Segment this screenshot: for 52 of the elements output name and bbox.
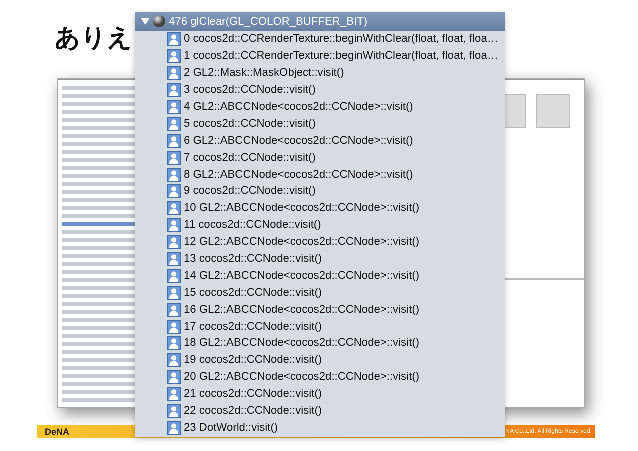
person-icon bbox=[167, 168, 181, 182]
person-icon bbox=[167, 150, 181, 165]
slide-title: ありえ bbox=[55, 22, 133, 54]
tree-row[interactable]: 7 cocos2d::CCNode::visit() bbox=[135, 149, 505, 166]
person-icon bbox=[167, 49, 181, 64]
tree-row[interactable]: 18 GL2::ABCCNode<cocos2d::CCNode>::visit() bbox=[135, 335, 505, 352]
tree-row[interactable]: 12 GL2::ABCCNode<cocos2d::CCNode>::visit() bbox=[135, 234, 505, 251]
tree-row[interactable]: 16 GL2::ABCCNode<cocos2d::CCNode>::visit() bbox=[135, 301, 505, 318]
person-icon bbox=[167, 320, 181, 334]
tree-row[interactable]: 6 GL2::ABCCNode<cocos2d::CCNode>::visit() bbox=[135, 132, 505, 150]
tree-row[interactable]: 17 cocos2d::CCNode::visit() bbox=[135, 318, 505, 336]
tree-row[interactable]: 10 GL2::ABCCNode<cocos2d::CCNode>::visit() bbox=[135, 200, 505, 217]
person-icon bbox=[167, 218, 181, 232]
person-icon bbox=[167, 116, 181, 131]
sphere-icon bbox=[153, 15, 166, 28]
person-icon bbox=[167, 235, 181, 250]
person-icon bbox=[167, 32, 181, 46]
person-icon bbox=[167, 336, 181, 350]
tree-row[interactable]: 3 cocos2d::CCNode::visit() bbox=[135, 82, 505, 99]
person-icon bbox=[167, 420, 181, 435]
tree-row[interactable]: 15 cocos2d::CCNode::visit() bbox=[135, 284, 505, 302]
person-icon bbox=[167, 184, 181, 198]
person-icon bbox=[167, 83, 181, 98]
tree-row[interactable]: 2 GL2::Mask::MaskObject::visit() bbox=[135, 64, 505, 82]
person-icon bbox=[167, 252, 181, 266]
tree-row[interactable]: 11 cocos2d::CCNode::visit() bbox=[135, 216, 505, 234]
person-icon bbox=[167, 134, 181, 148]
tree-row[interactable]: 22 cocos2d::CCNode::visit() bbox=[135, 402, 505, 420]
tree-row[interactable]: 8 GL2::ABCCNode<cocos2d::CCNode>::visit() bbox=[135, 166, 505, 184]
person-icon bbox=[167, 100, 181, 114]
tree-row[interactable]: 23 DotWorld::visit() bbox=[135, 419, 505, 436]
person-icon bbox=[167, 286, 181, 300]
tree-row[interactable]: 9 cocos2d::CCNode::visit() bbox=[135, 183, 505, 200]
person-icon bbox=[167, 387, 181, 402]
person-icon bbox=[167, 353, 181, 368]
company-logo: DeNA bbox=[45, 426, 70, 436]
person-icon bbox=[167, 268, 181, 283]
tree-row[interactable]: 4 GL2::ABCCNode<cocos2d::CCNode>::visit() bbox=[135, 98, 505, 116]
tree-row[interactable]: 21 cocos2d::CCNode::visit() bbox=[135, 386, 505, 403]
tree-row[interactable]: 13 cocos2d::CCNode::visit() bbox=[135, 250, 505, 268]
disclosure-triangle-icon[interactable] bbox=[141, 17, 150, 26]
person-icon bbox=[167, 404, 181, 418]
person-icon bbox=[167, 66, 181, 80]
person-icon bbox=[167, 201, 181, 216]
person-icon bbox=[167, 302, 181, 317]
tree-row[interactable]: 0 cocos2d::CCRenderTexture::beginWithClear(float, float, floa… bbox=[135, 31, 505, 48]
tree-row[interactable]: 14 GL2::ABCCNode<cocos2d::CCNode>::visit() bbox=[135, 267, 505, 284]
tree-row[interactable]: 19 cocos2d::CCNode::visit() bbox=[135, 352, 505, 369]
tree-row[interactable]: 5 cocos2d::CCNode::visit() bbox=[135, 115, 505, 132]
tree-row[interactable]: 20 GL2::ABCCNode<cocos2d::CCNode>::visit() bbox=[135, 368, 505, 386]
person-icon bbox=[167, 370, 181, 384]
tree-row[interactable]: 1 cocos2d::CCRenderTexture::beginWithClear(float, float, floa… bbox=[135, 48, 505, 65]
